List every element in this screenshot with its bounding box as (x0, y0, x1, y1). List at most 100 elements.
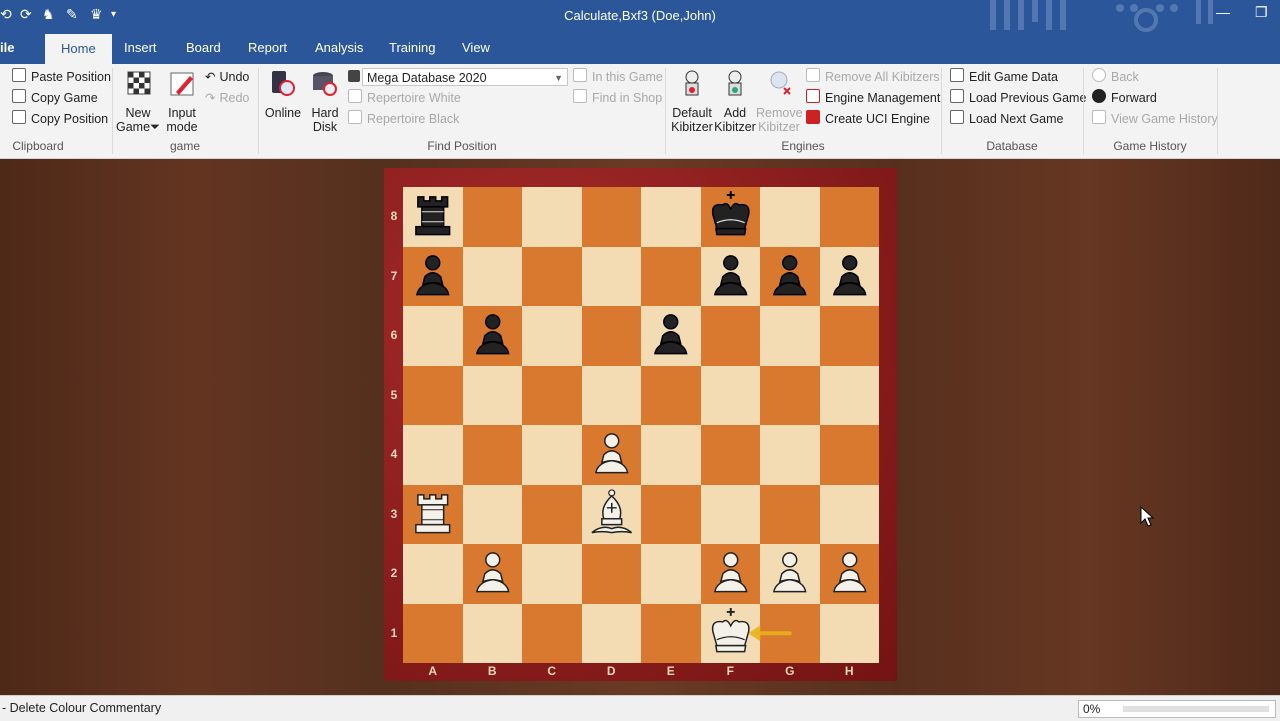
black-pawn-b6[interactable] (463, 306, 523, 366)
paste-position-button[interactable]: Paste Position (12, 67, 111, 87)
input-mode-button[interactable]: Input mode (162, 68, 202, 134)
square-c4[interactable] (522, 425, 582, 485)
undo-button[interactable]: ↶ Undo (205, 67, 249, 87)
back-button[interactable]: Back (1092, 67, 1139, 87)
repertoire-black-button[interactable]: Repertoire Black (348, 109, 459, 129)
default-kibitzer-button[interactable]: Default Kibitzer (670, 68, 714, 134)
tab-home[interactable]: Home (45, 34, 112, 64)
white-pawn-h2[interactable] (820, 544, 880, 604)
square-b7[interactable] (462, 246, 522, 306)
copy-game-button[interactable]: Copy Game (12, 88, 98, 108)
load-previous-game-button[interactable]: Load Previous Game (950, 88, 1086, 108)
forward-button[interactable]: Forward (1092, 88, 1157, 108)
white-pawn-d4[interactable] (582, 425, 642, 485)
square-f4[interactable] (700, 425, 760, 485)
square-e2[interactable] (641, 544, 701, 604)
load-next-game-button[interactable]: Load Next Game (950, 109, 1064, 129)
tab-insert[interactable]: Insert (124, 40, 157, 55)
create-uci-engine-button[interactable]: Create UCI Engine (806, 109, 930, 129)
square-h6[interactable] (819, 306, 879, 366)
square-c2[interactable] (522, 544, 582, 604)
online-button[interactable]: Online (262, 68, 304, 120)
square-a6[interactable] (403, 306, 463, 366)
square-e7[interactable] (641, 246, 701, 306)
new-game-button[interactable]: New Game⏷ (116, 68, 160, 134)
tab-view[interactable]: View (462, 40, 490, 55)
square-e8[interactable] (641, 187, 701, 247)
tab-file[interactable]: ile (0, 40, 14, 55)
black-pawn-a7[interactable] (403, 247, 463, 307)
repertoire-white-button[interactable]: Repertoire White (348, 88, 461, 108)
square-b5[interactable] (462, 365, 522, 425)
square-d1[interactable] (581, 603, 641, 663)
white-pawn-g2[interactable] (760, 544, 820, 604)
white-rook-a3[interactable] (403, 485, 463, 545)
square-g5[interactable] (760, 365, 820, 425)
square-c3[interactable] (522, 484, 582, 544)
square-c6[interactable] (522, 306, 582, 366)
black-pawn-h7[interactable] (820, 247, 880, 307)
square-h3[interactable] (819, 484, 879, 544)
square-a2[interactable] (403, 544, 463, 604)
remove-all-kibitzers-button[interactable]: Remove All Kibitzers (806, 67, 940, 87)
square-a1[interactable] (403, 603, 463, 663)
in-this-game-button[interactable]: In this Game (573, 67, 663, 87)
hard-disk-button[interactable]: Hard Disk (306, 68, 344, 134)
white-pawn-f2[interactable] (701, 544, 761, 604)
square-e4[interactable] (641, 425, 701, 485)
black-pawn-f7[interactable] (701, 247, 761, 307)
black-pawn-g7[interactable] (760, 247, 820, 307)
square-c7[interactable] (522, 246, 582, 306)
white-king-f1[interactable] (701, 604, 761, 664)
square-g8[interactable] (760, 187, 820, 247)
tab-training[interactable]: Training (389, 40, 435, 55)
dropdown-arrow-icon[interactable]: ▼ (554, 69, 563, 87)
square-h8[interactable] (819, 187, 879, 247)
square-g3[interactable] (760, 484, 820, 544)
square-g4[interactable] (760, 425, 820, 485)
edit-game-data-button[interactable]: Edit Game Data (950, 67, 1058, 87)
square-a4[interactable] (403, 425, 463, 485)
add-kibitzer-button[interactable]: Add Kibitzer (714, 68, 756, 134)
square-b4[interactable] (462, 425, 522, 485)
tab-report[interactable]: Report (248, 40, 287, 55)
tab-board[interactable]: Board (186, 40, 221, 55)
minimize-icon[interactable]: — (1216, 4, 1230, 20)
square-c5[interactable] (522, 365, 582, 425)
view-game-history-button[interactable]: View Game History (1092, 109, 1218, 129)
square-b3[interactable] (462, 484, 522, 544)
white-pawn-b2[interactable] (463, 544, 523, 604)
square-g1[interactable] (760, 603, 820, 663)
find-in-shop-button[interactable]: Find in Shop (573, 88, 662, 108)
square-h5[interactable] (819, 365, 879, 425)
black-king-f8[interactable] (701, 187, 761, 247)
square-g6[interactable] (760, 306, 820, 366)
redo-button[interactable]: ↷ Redo (205, 88, 249, 108)
square-f3[interactable] (700, 484, 760, 544)
chessboard[interactable] (403, 187, 879, 663)
square-a5[interactable] (403, 365, 463, 425)
square-e5[interactable] (641, 365, 701, 425)
square-h1[interactable] (819, 603, 879, 663)
square-f5[interactable] (700, 365, 760, 425)
white-bishop-d3[interactable] (582, 485, 642, 545)
database-select[interactable]: Mega Database 2020 ▼ (362, 68, 568, 86)
square-e1[interactable] (641, 603, 701, 663)
square-b1[interactable] (462, 603, 522, 663)
square-d5[interactable] (581, 365, 641, 425)
square-f6[interactable] (700, 306, 760, 366)
square-d7[interactable] (581, 246, 641, 306)
copy-position-button[interactable]: Copy Position (12, 109, 108, 129)
square-c1[interactable] (522, 603, 582, 663)
restore-icon[interactable]: ❐ (1255, 4, 1268, 21)
tab-analysis[interactable]: Analysis (315, 40, 363, 55)
black-pawn-e6[interactable] (641, 306, 701, 366)
square-d8[interactable] (581, 187, 641, 247)
square-b8[interactable] (462, 187, 522, 247)
remove-kibitzer-button[interactable]: Remove Kibitzer (756, 68, 803, 134)
black-rook-a8[interactable] (403, 187, 463, 247)
square-e3[interactable] (641, 484, 701, 544)
square-c8[interactable] (522, 187, 582, 247)
square-d6[interactable] (581, 306, 641, 366)
square-h4[interactable] (819, 425, 879, 485)
